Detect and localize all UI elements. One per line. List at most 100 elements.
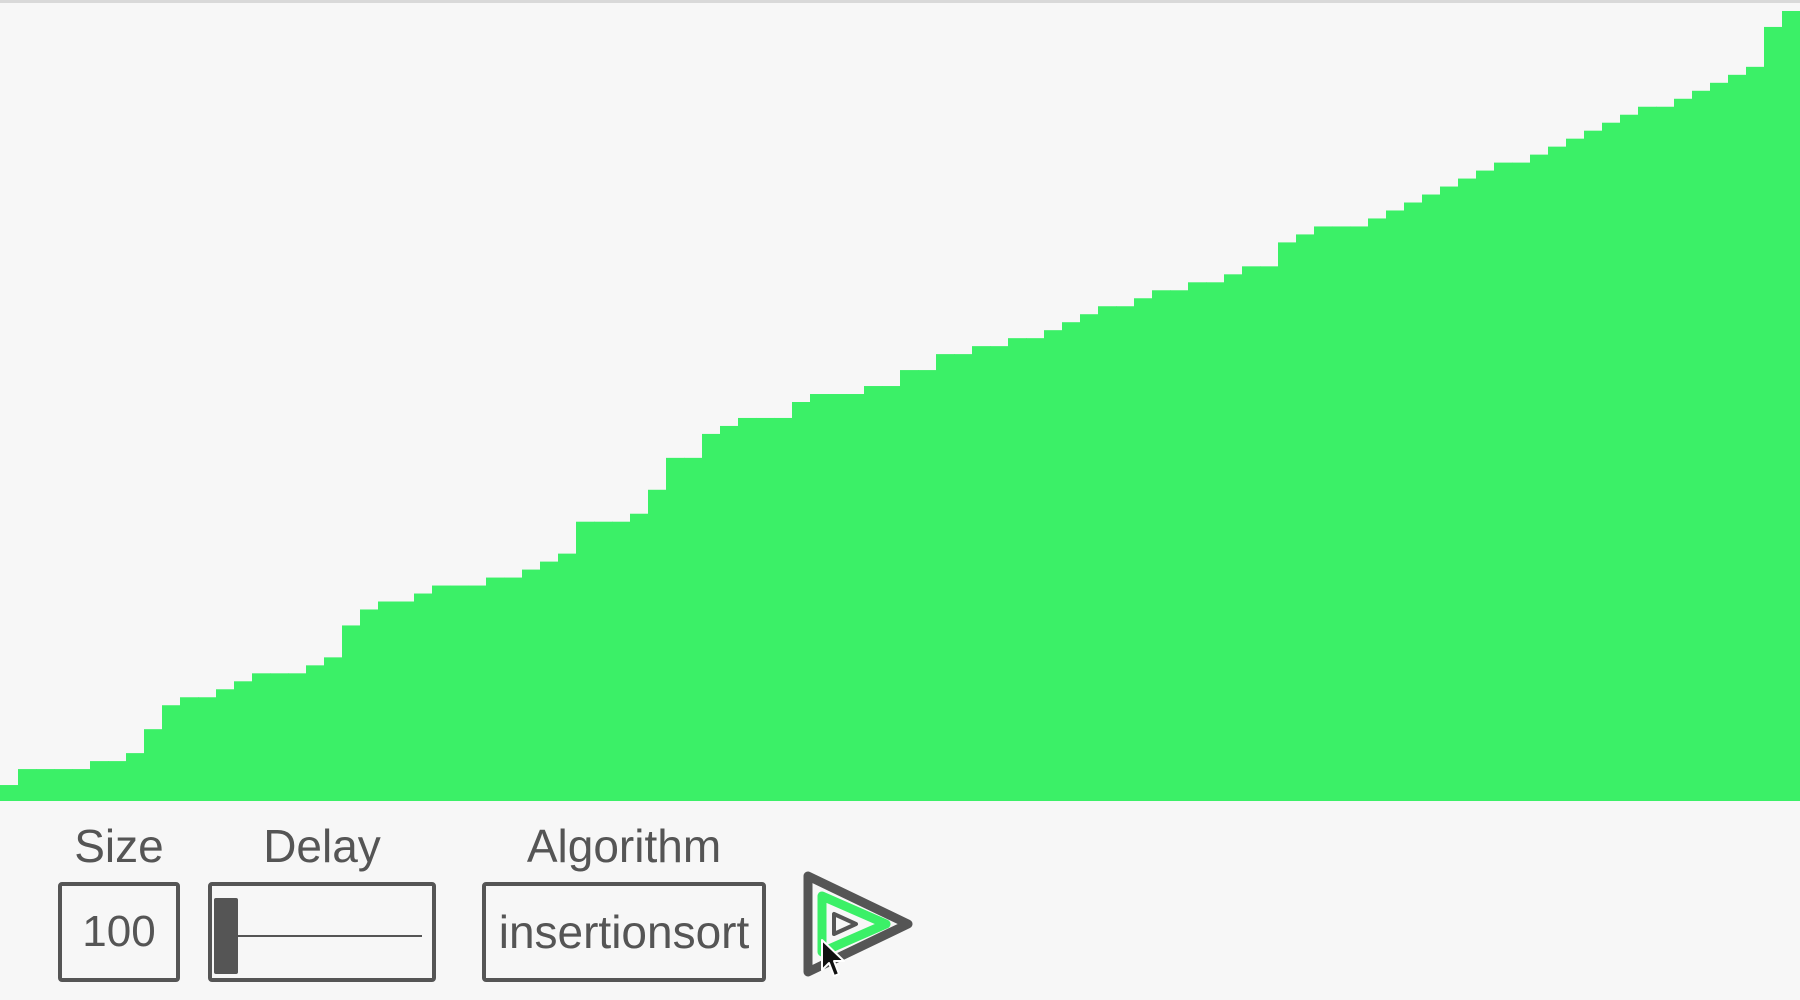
bar-32: [576, 521, 595, 801]
bar-89: [1602, 122, 1621, 801]
bar-53: [954, 354, 973, 801]
bar-42: [756, 417, 775, 801]
bar-43: [774, 417, 793, 801]
bar-47: [846, 394, 865, 801]
bar-18: [324, 657, 343, 801]
size-value: 100: [82, 907, 156, 956]
delay-label: Delay: [263, 820, 381, 872]
bar-50: [900, 370, 919, 801]
bar-72: [1296, 234, 1315, 801]
bar-13: [234, 681, 253, 801]
sorting-bar-chart: [0, 10, 1800, 801]
bar-93: [1674, 98, 1693, 801]
bar-0: [0, 785, 19, 801]
bar-16: [288, 673, 307, 801]
bar-33: [594, 521, 613, 801]
bar-70: [1260, 266, 1279, 801]
bar-66: [1188, 282, 1207, 801]
bar-63: [1134, 298, 1153, 801]
bar-40: [720, 425, 739, 801]
bar-45: [810, 394, 829, 801]
bar-39: [702, 433, 721, 801]
bar-31: [558, 553, 577, 801]
bar-56: [1008, 338, 1027, 801]
bar-67: [1206, 282, 1225, 801]
bar-81: [1458, 178, 1477, 801]
delay-slider-thumb[interactable]: [214, 898, 238, 974]
bar-68: [1224, 274, 1243, 801]
bar-35: [630, 513, 649, 801]
bar-55: [990, 346, 1009, 801]
algorithm-label: Algorithm: [526, 820, 722, 872]
mouse-cursor-icon: [821, 939, 845, 977]
bar-79: [1422, 194, 1441, 801]
bar-1: [18, 769, 37, 801]
bar-44: [792, 402, 811, 801]
bar-25: [450, 585, 469, 801]
bar-84: [1512, 162, 1531, 801]
bar-51: [918, 370, 937, 801]
bar-49: [882, 386, 901, 801]
bar-17: [306, 665, 325, 801]
bar-71: [1278, 242, 1297, 801]
bar-74: [1332, 226, 1351, 801]
bar-90: [1620, 114, 1639, 801]
bar-6: [108, 761, 127, 801]
bar-58: [1044, 330, 1063, 801]
bar-24: [432, 585, 451, 801]
bar-36: [648, 489, 667, 801]
bar-12: [216, 689, 235, 801]
bar-64: [1152, 290, 1171, 801]
bar-57: [1026, 338, 1045, 801]
size-input[interactable]: 100: [58, 882, 180, 982]
delay-slider-track: [232, 935, 422, 937]
bar-85: [1530, 154, 1549, 801]
bar-22: [396, 601, 415, 801]
bar-15: [270, 673, 289, 801]
bar-99: [1782, 10, 1800, 801]
bar-77: [1386, 210, 1405, 801]
bar-65: [1170, 290, 1189, 801]
bar-73: [1314, 226, 1333, 801]
bar-82: [1476, 170, 1495, 801]
bar-60: [1080, 314, 1099, 801]
bar-4: [72, 769, 91, 801]
bar-41: [738, 417, 757, 801]
bar-52: [936, 354, 955, 801]
bar-3: [54, 769, 73, 801]
bar-9: [162, 705, 181, 801]
play-icon[interactable]: [800, 868, 920, 978]
bar-69: [1242, 266, 1261, 801]
algorithm-value: insertionsort: [498, 906, 750, 958]
bar-96: [1728, 74, 1747, 801]
bar-21: [378, 601, 397, 801]
bar-86: [1548, 146, 1567, 801]
bar-27: [486, 577, 505, 801]
bar-54: [972, 346, 991, 801]
sorting-visualizer-app: Size Delay Algorithm 100 insertionsort: [0, 0, 1800, 1000]
bar-34: [612, 521, 631, 801]
bar-61: [1098, 306, 1117, 801]
bar-91: [1638, 106, 1657, 801]
bar-7: [126, 753, 145, 801]
size-label: Size: [74, 820, 164, 872]
bar-2: [36, 769, 55, 801]
bar-87: [1566, 138, 1585, 801]
bar-94: [1692, 90, 1711, 801]
algorithm-select[interactable]: insertionsort: [482, 882, 766, 982]
bar-98: [1764, 26, 1783, 801]
bar-75: [1350, 226, 1369, 801]
bar-11: [198, 697, 217, 801]
delay-slider[interactable]: [208, 882, 436, 982]
bar-5: [90, 761, 109, 801]
bar-19: [342, 625, 361, 801]
bar-62: [1116, 306, 1135, 801]
bar-37: [666, 457, 685, 801]
bar-20: [360, 609, 379, 801]
bar-14: [252, 673, 271, 801]
bar-23: [414, 593, 433, 801]
bar-29: [522, 569, 541, 801]
bar-28: [504, 577, 523, 801]
bar-38: [684, 457, 703, 801]
bar-83: [1494, 162, 1513, 801]
